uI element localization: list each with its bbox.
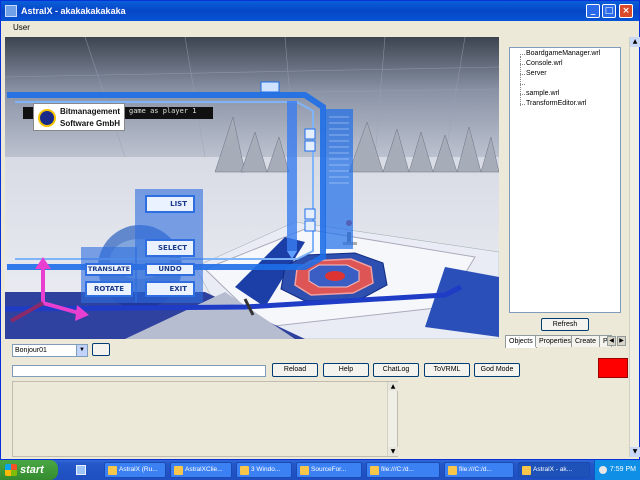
start-label: start xyxy=(20,464,44,476)
windows-logo-icon xyxy=(5,464,17,476)
color-swatch[interactable] xyxy=(598,358,628,378)
tree-item-transformeditor[interactable]: TransformEditor.wrl xyxy=(526,100,586,107)
scene-tree: BoardgameManager.wrl Console.wrl Server … xyxy=(509,47,621,313)
task-item[interactable]: AstralX (Ru... xyxy=(104,462,166,478)
window-title: AstralX - akakakakakaka xyxy=(21,6,126,16)
chat-input[interactable] xyxy=(12,365,266,377)
task-label: AstralXClie... xyxy=(185,466,223,473)
browser-icon xyxy=(448,466,457,475)
tovrml-button[interactable]: ToVRML xyxy=(424,363,470,377)
tab-scroll-right-icon[interactable]: ▶ xyxy=(617,336,626,346)
chat-log[interactable]: ▲ ▼ xyxy=(12,381,398,457)
hud-exit-button[interactable]: EXIT xyxy=(145,281,195,297)
side-tab-strip: Objects Properties Create P ◀ ▶ xyxy=(501,335,635,349)
console-text: game as player 1 xyxy=(129,107,197,115)
3d-viewport[interactable]: Bitmanagement Software GmbH game as play… xyxy=(5,37,499,339)
chatlog-button[interactable]: ChatLog xyxy=(373,363,419,377)
start-button[interactable]: start xyxy=(0,460,58,480)
task-item[interactable]: file:///C:/d... xyxy=(366,462,440,478)
logo-emblem-icon xyxy=(38,109,56,127)
hud-rotate-button[interactable]: ROTATE xyxy=(85,281,133,297)
menu-bar: User xyxy=(1,21,639,35)
browser-icon xyxy=(300,466,309,475)
menu-user[interactable]: User xyxy=(13,23,30,32)
tab-create[interactable]: Create xyxy=(571,335,601,347)
tree-item-console[interactable]: Console.wrl xyxy=(526,60,563,67)
scene-render xyxy=(5,37,499,339)
tree-connector xyxy=(520,54,525,55)
folder-icon xyxy=(240,466,249,475)
player-action-button[interactable] xyxy=(92,343,110,356)
task-label: file:///C:/d... xyxy=(459,466,492,473)
player-select[interactable]: Bonjour01 ▼ xyxy=(12,344,88,357)
scene-tree-panel: BoardgameManager.wrl Console.wrl Server … xyxy=(501,37,635,339)
app-icon xyxy=(174,466,183,475)
task-label: SourceFor... xyxy=(311,466,347,473)
minimize-button[interactable]: _ xyxy=(586,4,600,18)
logo-line2: Software GmbH xyxy=(60,119,121,128)
god-mode-button[interactable]: God Mode xyxy=(474,363,520,377)
task-label: AstralX - ak... xyxy=(533,466,573,473)
tree-item-server[interactable]: Server xyxy=(526,70,547,77)
task-item[interactable]: SourceFor... xyxy=(296,462,362,478)
tree-connector xyxy=(520,104,525,105)
tree-connector xyxy=(520,94,525,95)
app-window: AstralX - akakakakakaka _ □ × User Bitma… xyxy=(0,0,640,460)
bitmanagement-logo: Bitmanagement Software GmbH xyxy=(33,103,125,131)
logo-line1: Bitmanagement xyxy=(60,107,121,116)
task-item[interactable]: 3 Windo... xyxy=(236,462,292,478)
window-scrollbar[interactable]: ▲ ▼ xyxy=(629,37,640,457)
tab-properties[interactable]: Properties xyxy=(535,335,575,347)
browser-icon xyxy=(370,466,379,475)
task-item[interactable]: file:///C:/d... xyxy=(444,462,514,478)
taskbar: start AstralX (Ru... AstralXClie... 3 Wi… xyxy=(0,460,640,480)
hud-undo-button[interactable]: UNDO xyxy=(145,263,195,276)
scroll-up-icon[interactable]: ▲ xyxy=(630,37,640,47)
task-label: file:///C:/d... xyxy=(381,466,414,473)
log-scroll-down-icon[interactable]: ▼ xyxy=(388,447,398,456)
task-item-active[interactable]: AstralX - ak... xyxy=(518,462,590,478)
hud-list-button[interactable]: LIST xyxy=(145,195,195,213)
quicklaunch-icon[interactable] xyxy=(76,465,86,475)
log-scrollbar[interactable]: ▲ ▼ xyxy=(387,382,398,456)
scroll-down-icon[interactable]: ▼ xyxy=(630,447,640,457)
app-icon xyxy=(522,466,531,475)
player-select-value: Bonjour01 xyxy=(15,347,47,354)
tree-connector xyxy=(520,74,525,75)
tree-connector xyxy=(520,84,525,85)
log-scroll-up-icon[interactable]: ▲ xyxy=(388,382,398,391)
task-item[interactable]: AstralXClie... xyxy=(170,462,232,478)
maximize-button[interactable]: □ xyxy=(602,4,616,18)
chevron-down-icon[interactable]: ▼ xyxy=(76,345,87,356)
tab-objects[interactable]: Objects xyxy=(505,335,537,348)
title-bar[interactable]: AstralX - akakakakakaka _ □ × xyxy=(1,1,639,21)
refresh-button[interactable]: Refresh xyxy=(541,318,589,331)
tree-connector xyxy=(520,64,525,65)
hud-translate-button[interactable]: TRANSLATE xyxy=(85,263,133,276)
system-tray: 7:59 PM xyxy=(594,460,640,480)
tree-item-sample[interactable]: sample.wrl xyxy=(526,90,559,97)
task-label: AstralX (Ru... xyxy=(119,466,158,473)
close-button[interactable]: × xyxy=(619,4,633,18)
hud-select-button[interactable]: SELECT xyxy=(145,239,195,257)
help-button[interactable]: Help xyxy=(323,363,369,377)
tab-scroll-left-icon[interactable]: ◀ xyxy=(607,336,616,346)
app-icon xyxy=(5,5,17,17)
app-icon xyxy=(108,466,117,475)
tray-icon[interactable] xyxy=(599,466,607,474)
task-label: 3 Windo... xyxy=(251,466,281,473)
clock[interactable]: 7:59 PM xyxy=(610,466,636,473)
tree-item-boardgamemanager[interactable]: BoardgameManager.wrl xyxy=(526,50,600,57)
reload-button[interactable]: Reload xyxy=(272,363,318,377)
